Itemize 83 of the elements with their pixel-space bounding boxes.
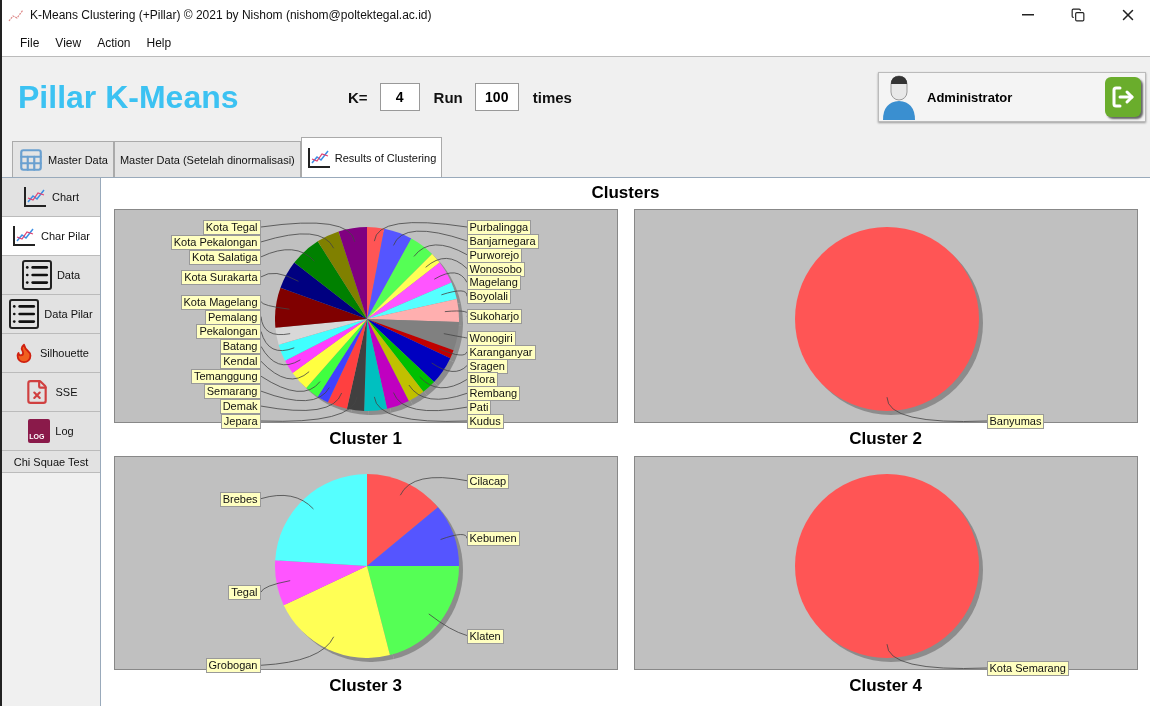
- slice-label: Batang: [219, 339, 261, 355]
- logout-icon: [1111, 85, 1135, 109]
- tab[interactable]: Master Data: [12, 141, 114, 177]
- slice-label: Grobogan: [205, 658, 261, 674]
- leader-line: [260, 272, 299, 282]
- leader-line: [260, 375, 320, 392]
- slice-label: Rembang: [466, 386, 521, 402]
- leader-line: [438, 348, 467, 356]
- slice-label: Banyumas: [986, 414, 1045, 429]
- sidebar-item[interactable]: SSE: [2, 373, 100, 412]
- leader-line: [260, 249, 315, 262]
- slice-label: Demak: [219, 399, 261, 415]
- chart-title: Cluster 1: [329, 429, 402, 449]
- menu-item[interactable]: Action: [91, 34, 137, 52]
- app-title: Pillar K-Means: [18, 78, 240, 116]
- list-icon: [21, 260, 52, 290]
- leader-line: [427, 613, 467, 636]
- slice-label: Kebumen: [466, 531, 520, 547]
- chart-title: Cluster 3: [329, 676, 402, 696]
- slice-label: Kota Surakarta: [181, 269, 261, 285]
- leader-line: [433, 272, 467, 283]
- leader-line: [260, 331, 295, 351]
- line-chart-icon: [306, 146, 331, 169]
- slice-label: Semarang: [203, 384, 261, 400]
- sidebar-item[interactable]: Silhouette: [2, 334, 100, 373]
- leader-line: [399, 477, 467, 496]
- leader-line: [260, 346, 301, 366]
- leader-line: [418, 376, 467, 389]
- slice-label: Cilacap: [466, 473, 510, 489]
- sidebar-item[interactable]: Chi Squae Test: [2, 451, 100, 473]
- leader-line: [424, 258, 467, 269]
- slice-label: Brebes: [219, 491, 261, 507]
- slice-label: Temanggung: [190, 369, 261, 385]
- slice-label: Boyolali: [466, 289, 512, 305]
- leader-line: [440, 290, 467, 297]
- sidebar-item[interactable]: Data: [2, 256, 100, 295]
- leader-line: [413, 244, 467, 257]
- sidebar-item[interactable]: Char Pilar: [2, 217, 100, 256]
- menu-item[interactable]: View: [49, 34, 88, 52]
- sidebar-item[interactable]: Chart: [2, 178, 100, 217]
- leader-line: [260, 316, 291, 335]
- slice-label: Wonogiri: [466, 330, 516, 346]
- run-label: Run: [433, 88, 463, 106]
- slice-label: Kota Magelang: [180, 294, 261, 310]
- slice-label: Pekalongan: [196, 324, 261, 340]
- run-field[interactable]: 100: [474, 83, 519, 111]
- chart-title: Cluster 2: [849, 429, 922, 449]
- slice-label: Karanganyar: [466, 344, 536, 360]
- leader-line: [260, 301, 290, 310]
- logout-button[interactable]: [1105, 77, 1141, 117]
- table-icon: [18, 146, 44, 173]
- tab[interactable]: Master Data (Setelah dinormalisasi): [113, 141, 301, 177]
- leader-line: [430, 362, 467, 372]
- section-title: Clusters: [591, 183, 660, 203]
- slice-label: Sukoharjo: [466, 309, 523, 325]
- leader-line: [442, 333, 468, 339]
- chart-title: Cluster 4: [849, 676, 922, 696]
- k-field[interactable]: 4: [379, 83, 420, 111]
- list-icon: [9, 299, 40, 329]
- tab[interactable]: Results of Clustering: [300, 137, 443, 177]
- slice-label: Klaten: [466, 628, 504, 644]
- slice-label: Kota Pekalongan: [170, 234, 261, 250]
- user-name: Administrator: [927, 89, 1014, 105]
- slice-label: Tegal: [228, 585, 261, 601]
- slice-label: Kota Semarang: [986, 661, 1069, 676]
- menu-item[interactable]: File: [14, 34, 46, 52]
- times-label: times: [532, 88, 572, 106]
- k-label: K=: [348, 88, 368, 106]
- leader-line: [260, 495, 314, 510]
- line-chart-icon: [23, 186, 48, 208]
- leader-line: [439, 534, 467, 540]
- line-chart-icon: [12, 225, 37, 247]
- minimize-icon: [1022, 14, 1034, 16]
- leader-line: [260, 580, 291, 593]
- sidebar-item[interactable]: Data Pilar: [2, 295, 100, 334]
- restore-icon: [1071, 8, 1085, 22]
- slice-label: Kota Tegal: [202, 220, 261, 235]
- window-title: K-Means Clustering (+Pillar) © 2021 by Nishom (nishom@poltektegal.ac.id): [30, 8, 433, 22]
- slice-label: Kudus: [466, 414, 504, 429]
- slice-label: Jepara: [220, 414, 261, 429]
- leader-line: [260, 360, 310, 380]
- menu-item[interactable]: Help: [140, 34, 178, 52]
- slice-label: Kendal: [220, 354, 261, 370]
